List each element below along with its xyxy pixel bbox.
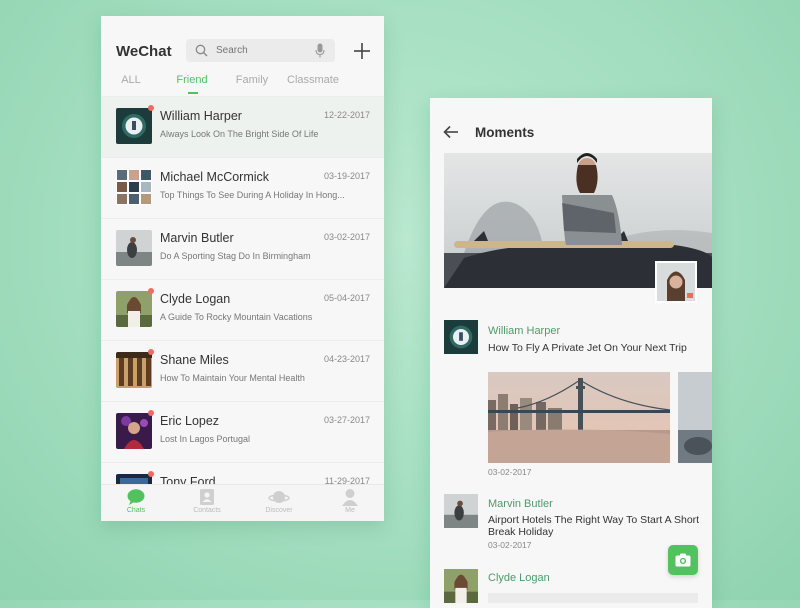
conversation-row[interactable]: William Harper Always Look On The Bright… xyxy=(101,96,384,158)
post-text: How To Fly A Private Jet On Your Next Tr… xyxy=(488,342,687,354)
moments-screen: Moments William Harper How To Fly A Priv… xyxy=(430,98,712,608)
avatar xyxy=(116,230,152,266)
moments-header: Moments xyxy=(430,98,712,153)
search-bar[interactable] xyxy=(186,39,335,62)
avatar[interactable] xyxy=(444,320,478,354)
message-preview: How To Maintain Your Mental Health xyxy=(160,373,305,383)
nav-label: Discover xyxy=(265,507,293,514)
message-preview: Lost In Lagos Portugal xyxy=(160,434,251,444)
message-preview: Always Look On The Bright Side Of Life xyxy=(160,129,319,139)
tab-all[interactable]: ALL xyxy=(121,74,141,86)
camera-icon xyxy=(675,553,691,567)
contact-name: Clyde Logan xyxy=(160,292,231,306)
planet-icon xyxy=(268,491,290,503)
post-photo[interactable] xyxy=(678,372,712,463)
author-name[interactable]: William Harper xyxy=(488,325,560,337)
message-date: 12-22-2017 xyxy=(323,110,370,120)
search-icon xyxy=(195,44,208,57)
unread-dot xyxy=(148,349,154,355)
conversation-row[interactable]: Michael McCormick Top Things To See Duri… xyxy=(101,157,384,219)
nav-label: Contacts xyxy=(193,507,221,514)
tab-family[interactable]: Family xyxy=(233,74,271,86)
conversation-row[interactable]: Shane Miles How To Maintain Your Mental … xyxy=(101,340,384,402)
conversation-row[interactable]: Clyde Logan A Guide To Rocky Mountain Va… xyxy=(101,279,384,341)
message-date: 04-23-2017 xyxy=(323,354,370,364)
post-date: 03-02-2017 xyxy=(488,467,532,477)
chat-bubble-icon xyxy=(127,489,145,505)
nav-chats[interactable]: Chats xyxy=(106,488,166,514)
tab-friend[interactable]: Friend xyxy=(171,74,213,86)
message-preview: Top Things To See During A Holiday In Ho… xyxy=(160,190,345,200)
contact-name: Eric Lopez xyxy=(160,414,220,428)
unread-dot xyxy=(148,105,154,111)
author-name[interactable]: Marvin Butler xyxy=(488,498,553,510)
conversation-row[interactable]: Marvin Butler Do A Sporting Stag Do In B… xyxy=(101,218,384,280)
conversation-row[interactable]: Eric Lopez Lost In Lagos Portugal 03-27-… xyxy=(101,401,384,463)
contact-name: Marvin Butler xyxy=(160,231,234,245)
message-date: 03-02-2017 xyxy=(323,232,370,242)
conversation-row[interactable]: Tony Ford 11-29-2017 xyxy=(101,462,384,484)
nav-label: Me xyxy=(345,507,355,514)
back-arrow-icon[interactable] xyxy=(443,125,459,139)
active-tab-indicator xyxy=(188,92,198,94)
message-date: 03-19-2017 xyxy=(323,171,370,181)
app-title: WeChat xyxy=(116,43,172,60)
message-date: 11-29-2017 xyxy=(324,476,370,484)
unread-dot xyxy=(148,471,154,477)
chats-header: WeChat ALL Friend Family Classmate xyxy=(101,16,384,96)
contact-name: Shane Miles xyxy=(160,353,229,367)
person-icon xyxy=(342,489,358,506)
message-date: 03-27-2017 xyxy=(323,415,370,425)
microphone-icon[interactable] xyxy=(315,43,325,58)
avatar xyxy=(116,169,152,205)
avatar xyxy=(116,474,152,484)
contact-name: William Harper xyxy=(160,109,242,123)
page-title: Moments xyxy=(475,125,535,140)
contacts-icon xyxy=(200,489,214,505)
post-date: 03-02-2017 xyxy=(488,540,532,550)
conversation-list[interactable]: William Harper Always Look On The Bright… xyxy=(101,96,384,484)
bottom-nav: Chats Contacts Discover Me xyxy=(101,484,384,521)
avatar xyxy=(116,413,152,449)
profile-avatar[interactable] xyxy=(655,261,697,303)
nav-me[interactable]: Me xyxy=(320,488,380,514)
contact-name: Tony Ford xyxy=(160,475,216,484)
post-text-placeholder xyxy=(488,593,698,603)
post-text: Airport Hotels The Right Way To Start A … xyxy=(488,514,700,538)
unread-dot xyxy=(148,288,154,294)
author-name[interactable]: Clyde Logan xyxy=(488,572,550,584)
add-icon[interactable] xyxy=(351,40,373,62)
nav-contacts[interactable]: Contacts xyxy=(177,488,237,514)
camera-button[interactable] xyxy=(668,545,698,575)
avatar[interactable] xyxy=(444,494,478,528)
message-preview: Do A Sporting Stag Do In Birmingham xyxy=(160,251,311,261)
unread-dot xyxy=(148,410,154,416)
contact-name: Michael McCormick xyxy=(160,170,270,184)
avatar xyxy=(116,352,152,388)
message-preview: A Guide To Rocky Mountain Vacations xyxy=(160,312,313,322)
tab-classmate[interactable]: Classmate xyxy=(285,74,341,86)
avatar xyxy=(116,108,152,144)
chat-tabs: ALL Friend Family Classmate xyxy=(101,74,384,96)
avatar[interactable] xyxy=(444,569,478,603)
nav-discover[interactable]: Discover xyxy=(249,488,309,514)
post-photo[interactable] xyxy=(488,372,670,463)
avatar xyxy=(116,291,152,327)
search-input[interactable] xyxy=(216,42,306,59)
nav-label: Chats xyxy=(126,507,146,514)
message-date: 05-04-2017 xyxy=(323,293,370,303)
chats-screen: WeChat ALL Friend Family Classmate xyxy=(101,16,384,521)
